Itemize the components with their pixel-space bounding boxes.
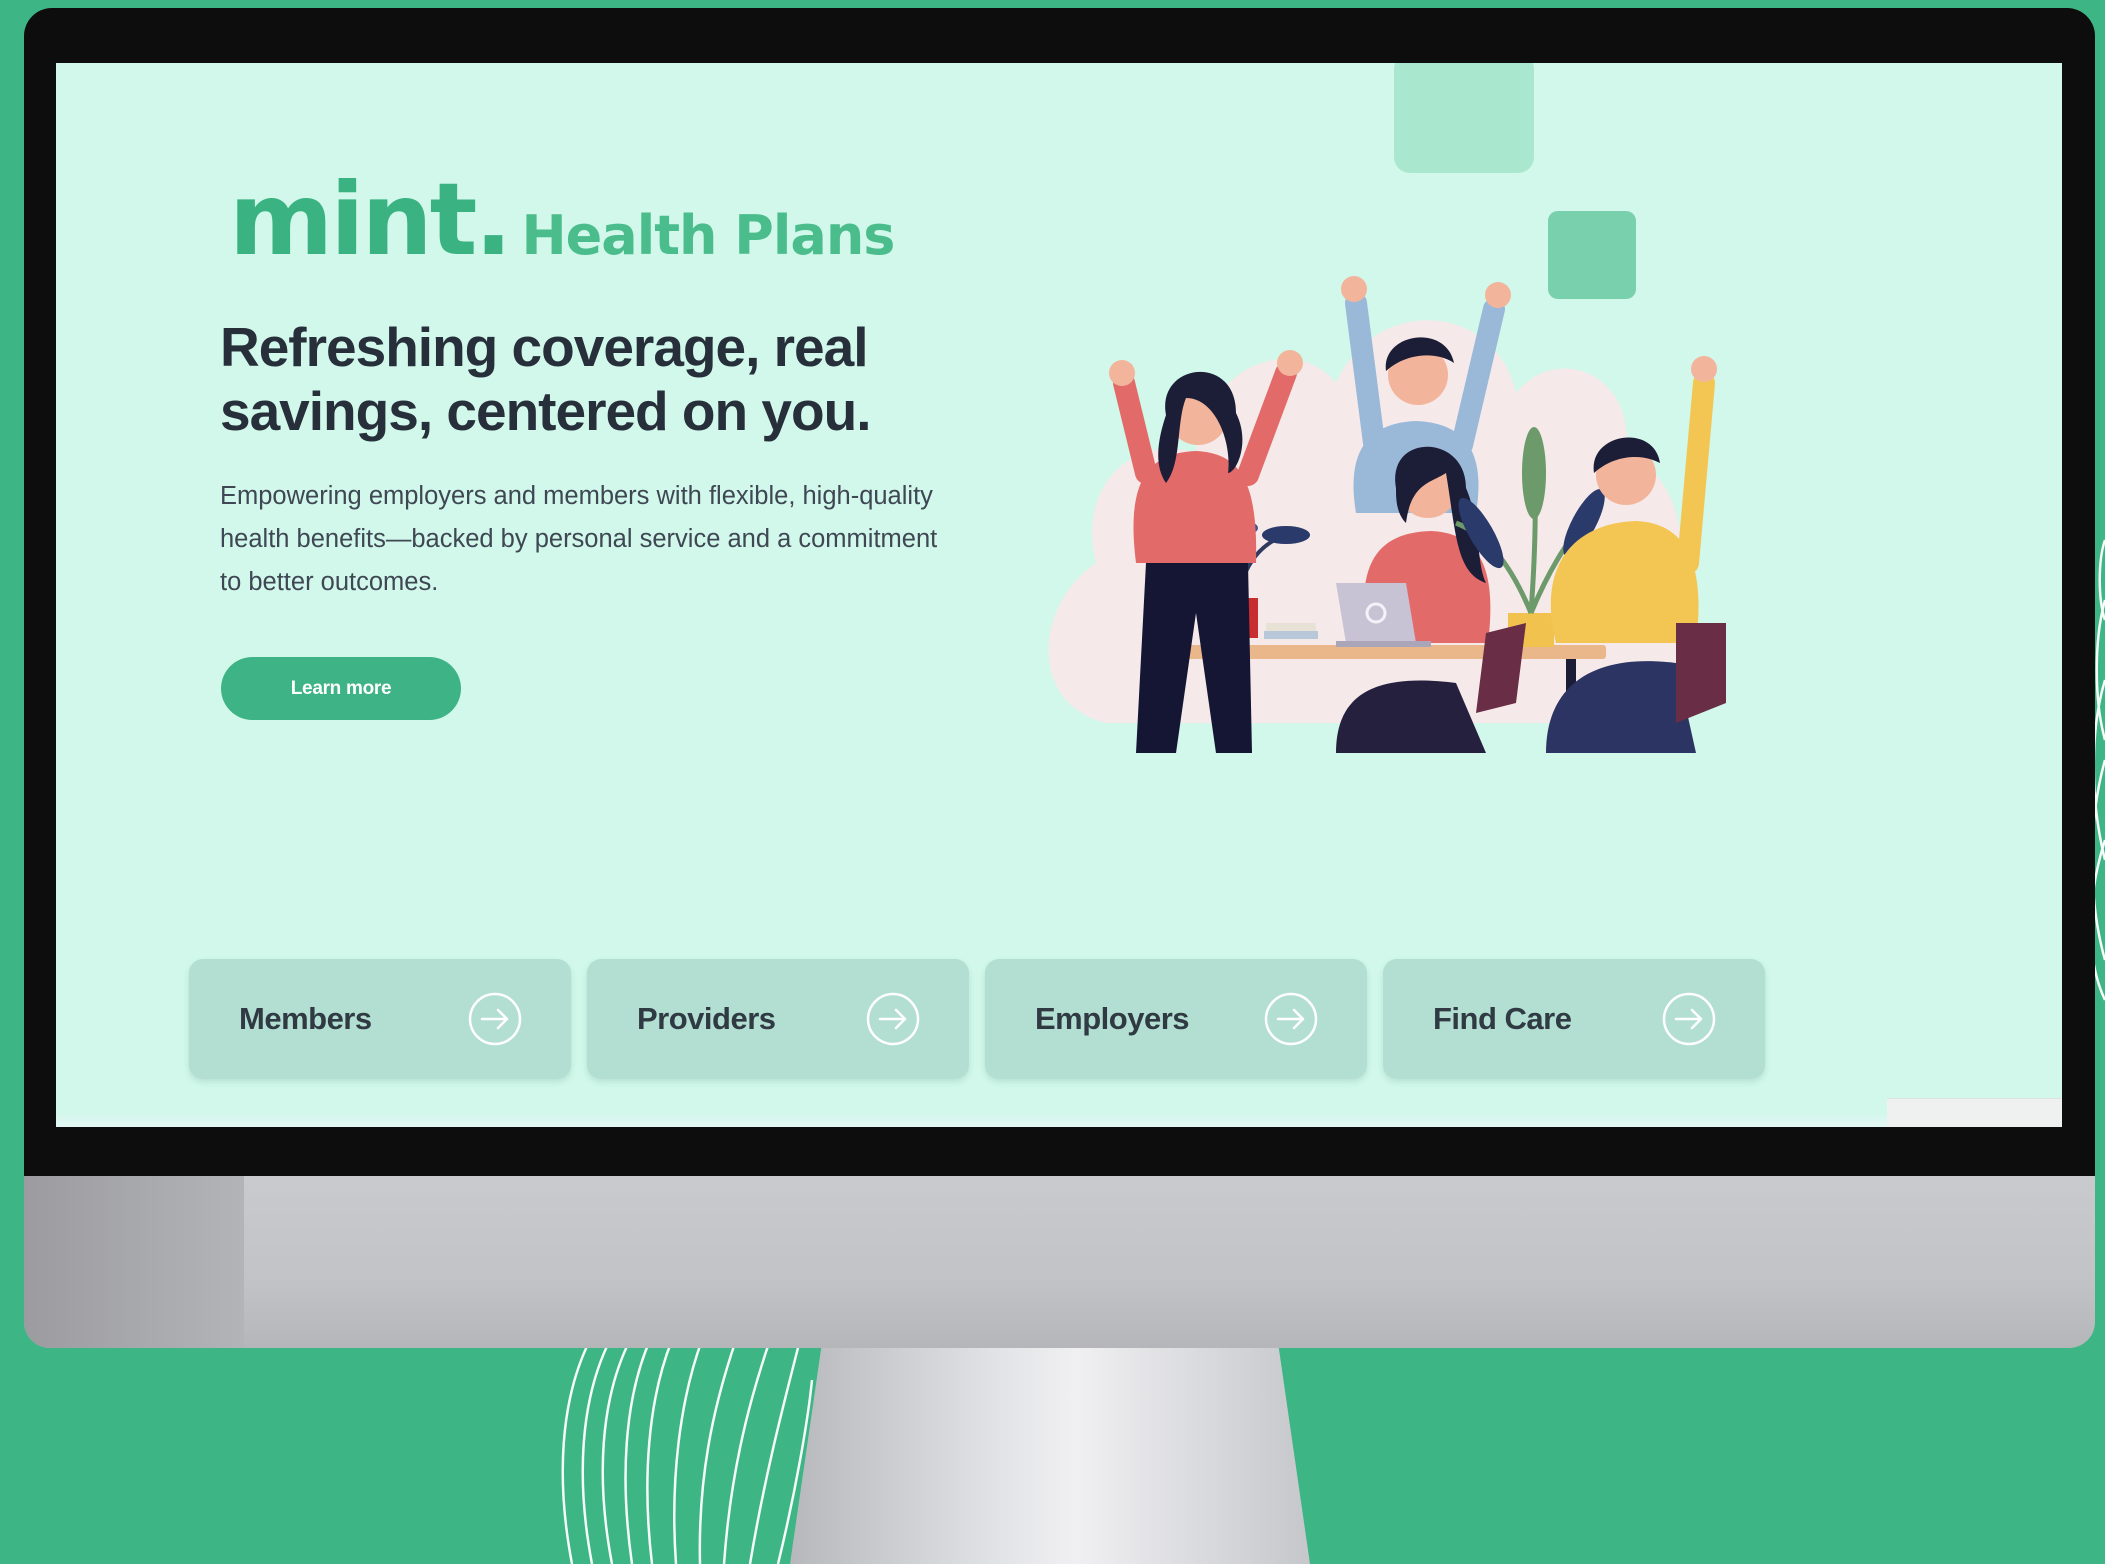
learn-more-button[interactable]: Learn more: [221, 657, 461, 720]
arrow-right-circle-icon: [1662, 992, 1716, 1046]
members-card[interactable]: Members: [189, 959, 571, 1079]
card-label: Providers: [637, 1001, 776, 1036]
hero-subtext: Empowering employers and members with fl…: [220, 482, 938, 596]
monitor-chin: [24, 1176, 2095, 1348]
people-celebrating-illustration: [1048, 276, 1726, 753]
monitor-stand: [790, 1348, 1310, 1564]
hero-headline: Refreshing coverage, real savings, cente…: [220, 316, 871, 442]
find-care-card[interactable]: Find Care: [1383, 959, 1765, 1079]
arrow-right-circle-icon: [1264, 992, 1318, 1046]
screen-bottom-edge: [56, 1115, 2062, 1127]
card-label: Members: [239, 1001, 372, 1036]
card-label: Find Care: [1433, 1001, 1572, 1036]
learn-more-label: Learn more: [290, 677, 392, 699]
providers-card[interactable]: Providers: [587, 959, 969, 1079]
audience-cards: Members Providers Employers Find Care: [189, 959, 1765, 1079]
brand-tagline: Health Plans: [521, 204, 895, 267]
employers-card[interactable]: Employers: [985, 959, 1367, 1079]
corner-widget: [1887, 1098, 2062, 1127]
brand-name: mint.: [229, 161, 512, 278]
website-screen: mint. Health Plans Refreshing coverage, r…: [56, 63, 2062, 1127]
decorative-square: [1394, 63, 1534, 173]
brand-logo[interactable]: mint. Health Plans: [229, 161, 895, 278]
arrow-right-circle-icon: [866, 992, 920, 1046]
card-label: Employers: [1035, 1001, 1190, 1036]
chin-reflection: [24, 1176, 244, 1348]
arrow-right-circle-icon: [468, 992, 522, 1046]
